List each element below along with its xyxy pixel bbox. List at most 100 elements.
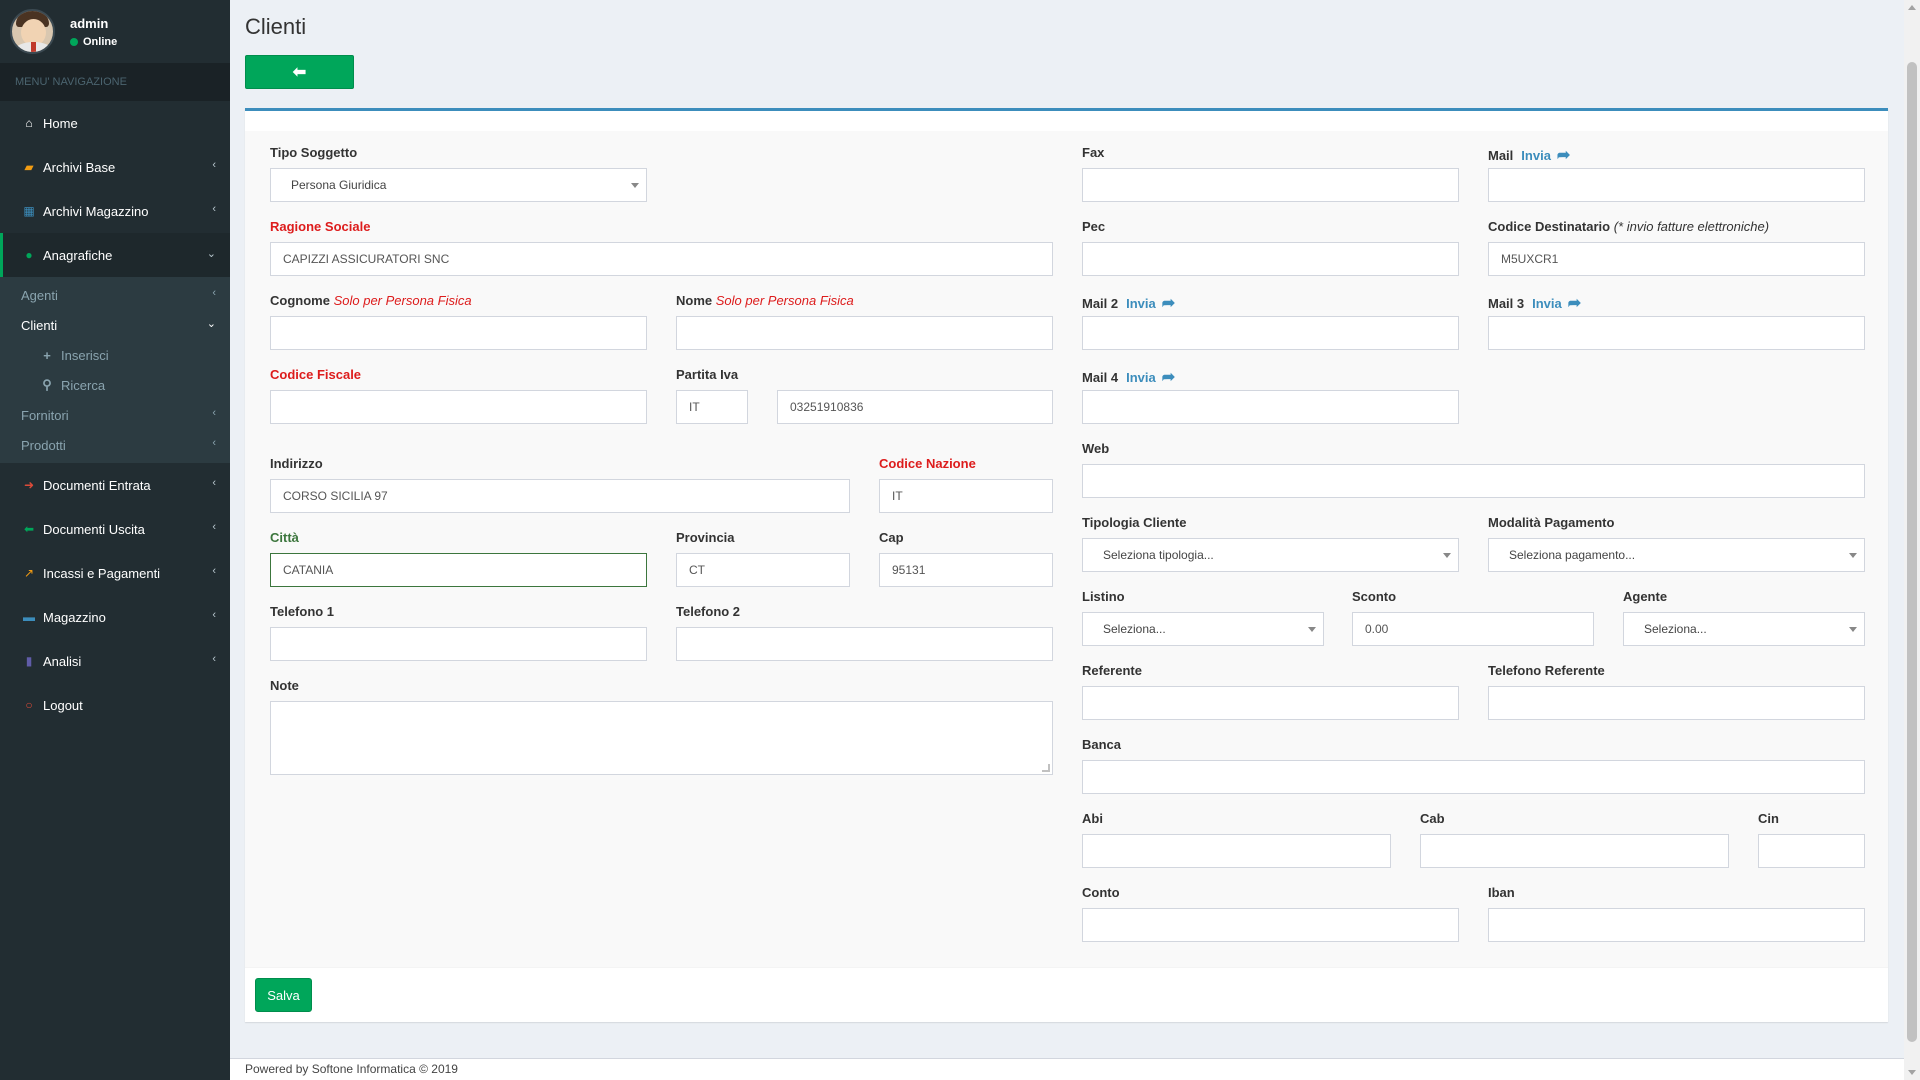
resize-grip-icon[interactable] — [1042, 764, 1050, 772]
chevron-left-icon: ‹ — [212, 203, 216, 215]
listino-select[interactable]: Seleziona... — [1082, 612, 1324, 646]
cognome-input[interactable] — [270, 316, 647, 350]
share-icon[interactable]: ➦ — [1557, 147, 1570, 164]
label-abi: Abi — [1082, 811, 1103, 826]
sidebar-item-ricerca[interactable]: ⚲ Ricerca — [0, 370, 230, 400]
iban-input[interactable] — [1488, 908, 1865, 942]
sidebar-item-archivi-magazzino[interactable]: ▦ Archivi Magazzino ‹ — [0, 189, 230, 233]
label-ragione-sociale: Ragione Sociale — [270, 219, 371, 234]
page-footer: Powered by Softone Informatica © 2019 — [230, 1058, 1904, 1080]
sidebar-item-analisi[interactable]: ▮ Analisi ‹ — [0, 639, 230, 683]
sidebar-item-home[interactable]: ⌂ Home — [0, 101, 230, 145]
share-icon[interactable]: ➦ — [1568, 295, 1581, 312]
sconto-input[interactable]: 0.00 — [1352, 612, 1594, 646]
abi-input[interactable] — [1082, 834, 1391, 868]
label-tipo-soggetto: Tipo Soggetto — [270, 145, 358, 160]
agente-select[interactable]: Seleziona... — [1623, 612, 1865, 646]
label-telefono2: Telefono 2 — [676, 604, 741, 619]
telefono-referente-input[interactable] — [1488, 686, 1865, 720]
indirizzo-input[interactable]: CORSO SICILIA 97 — [270, 479, 850, 513]
sidebar-item-logout[interactable]: ○ Logout — [0, 683, 230, 727]
codice-fiscale-input[interactable] — [270, 390, 647, 424]
telefono2-input[interactable] — [676, 627, 1053, 661]
tipo-soggetto-select[interactable]: Persona Giuridica — [270, 168, 647, 202]
save-button[interactable]: Salva — [255, 978, 312, 1012]
mail4-input[interactable] — [1082, 390, 1459, 424]
sidebar-item-documenti-entrata[interactable]: ➜ Documenti Entrata ‹ — [0, 463, 230, 507]
citta-input[interactable]: CATANIA — [270, 553, 647, 587]
label-web: Web — [1082, 441, 1110, 456]
sidebar-item-incassi[interactable]: ↗ Incassi e Pagamenti ‹ — [0, 551, 230, 595]
cin-input[interactable] — [1758, 834, 1865, 868]
codice-destinatario-input[interactable]: M5UXCR1 — [1488, 242, 1865, 276]
label-modalita-pagamento: Modalità Pagamento — [1488, 515, 1615, 530]
label-citta: Città — [270, 530, 299, 545]
pec-input[interactable] — [1082, 242, 1459, 276]
scroll-down-icon[interactable] — [1908, 1070, 1916, 1075]
sidebar-item-prodotti[interactable]: Prodotti ‹ — [0, 430, 230, 460]
chevron-left-icon: ‹ — [212, 609, 216, 621]
codice-nazione-input[interactable]: IT — [879, 479, 1053, 513]
label-pec: Pec — [1082, 219, 1106, 234]
partita-iva-input[interactable]: 03251910836 — [777, 390, 1053, 424]
mail3-input[interactable] — [1488, 316, 1865, 350]
mail2-input[interactable] — [1082, 316, 1459, 350]
tipologia-cliente-select[interactable]: Seleziona tipologia... — [1082, 538, 1459, 572]
label-sconto: Sconto — [1352, 589, 1397, 604]
piva-prefix-input[interactable]: IT — [676, 390, 748, 424]
label-listino: Listino — [1082, 589, 1125, 604]
sidebar-item-agenti[interactable]: Agenti ‹ — [0, 280, 230, 310]
cap-input[interactable]: 95131 — [879, 553, 1053, 587]
note-textarea[interactable] — [270, 701, 1053, 775]
form-box: Tipo Soggetto Persona Giuridica Ragione … — [245, 108, 1888, 1022]
mail2-invia-link[interactable]: Invia — [1126, 296, 1156, 311]
label-mail2: Mail 2 Invia ➦ — [1082, 295, 1176, 312]
sidebar-item-inserisci[interactable]: + Inserisci — [0, 340, 230, 370]
share-icon[interactable]: ➦ — [1162, 369, 1175, 386]
label-cab: Cab — [1420, 811, 1445, 826]
bar-chart-icon: ▮ — [25, 654, 33, 668]
scrollbar[interactable] — [1904, 0, 1920, 1080]
conto-input[interactable] — [1082, 908, 1459, 942]
sidebar-item-archivi-base[interactable]: ▰ Archivi Base ‹ — [0, 145, 230, 189]
fax-input[interactable] — [1082, 168, 1459, 202]
telefono1-input[interactable] — [270, 627, 647, 661]
caret-down-icon — [1308, 627, 1316, 632]
mail3-invia-link[interactable]: Invia — [1532, 296, 1562, 311]
label-referente: Referente — [1082, 663, 1142, 678]
modalita-pagamento-select[interactable]: Seleziona pagamento... — [1488, 538, 1865, 572]
banca-input[interactable] — [1082, 760, 1865, 794]
mail4-invia-link[interactable]: Invia — [1126, 370, 1156, 385]
user-status: Online — [70, 36, 117, 48]
nome-input[interactable] — [676, 316, 1053, 350]
web-input[interactable] — [1082, 464, 1865, 498]
provincia-input[interactable]: CT — [676, 553, 850, 587]
label-provincia: Provincia — [676, 530, 735, 545]
mail-invia-link[interactable]: Invia — [1521, 148, 1551, 163]
ragione-sociale-input[interactable]: CAPIZZI ASSICURATORI SNC — [270, 242, 1053, 276]
label-indirizzo: Indirizzo — [270, 456, 323, 471]
back-button[interactable]: ⬅ — [245, 55, 354, 89]
label-mail3: Mail 3 Invia ➦ — [1488, 295, 1582, 312]
user-panel: admin Online — [0, 0, 230, 63]
chevron-left-icon: ‹ — [212, 407, 216, 419]
caret-down-icon — [631, 183, 639, 188]
scroll-up-icon[interactable] — [1908, 5, 1916, 10]
home-icon: ⌂ — [25, 116, 33, 130]
label-mail: Mail Invia ➦ — [1488, 147, 1571, 164]
sidebar-item-magazzino[interactable]: ▬ Magazzino ‹ — [0, 595, 230, 639]
mail-input[interactable] — [1488, 168, 1865, 202]
sidebar-item-anagrafiche[interactable]: ● Anagrafiche ⌄ — [0, 233, 230, 277]
scroll-thumb[interactable] — [1907, 62, 1917, 1042]
label-telefono1: Telefono 1 — [270, 604, 335, 619]
sidebar-item-clienti[interactable]: Clienti ⌄ — [0, 310, 230, 340]
referente-input[interactable] — [1082, 686, 1459, 720]
sidebar: admin Online MENU' NAVIGAZIONE ⌂ Home ▰ Ar… — [0, 0, 230, 1080]
chevron-left-icon: ‹ — [212, 521, 216, 533]
label-cognome: Cognome Solo per Persona Fisica — [270, 293, 472, 308]
share-icon[interactable]: ➦ — [1162, 295, 1175, 312]
cab-input[interactable] — [1420, 834, 1729, 868]
sidebar-item-documenti-uscita[interactable]: ⬅ Documenti Uscita ‹ — [0, 507, 230, 551]
label-mail4: Mail 4 Invia ➦ — [1082, 369, 1176, 386]
sidebar-item-fornitori[interactable]: Fornitori ‹ — [0, 400, 230, 430]
